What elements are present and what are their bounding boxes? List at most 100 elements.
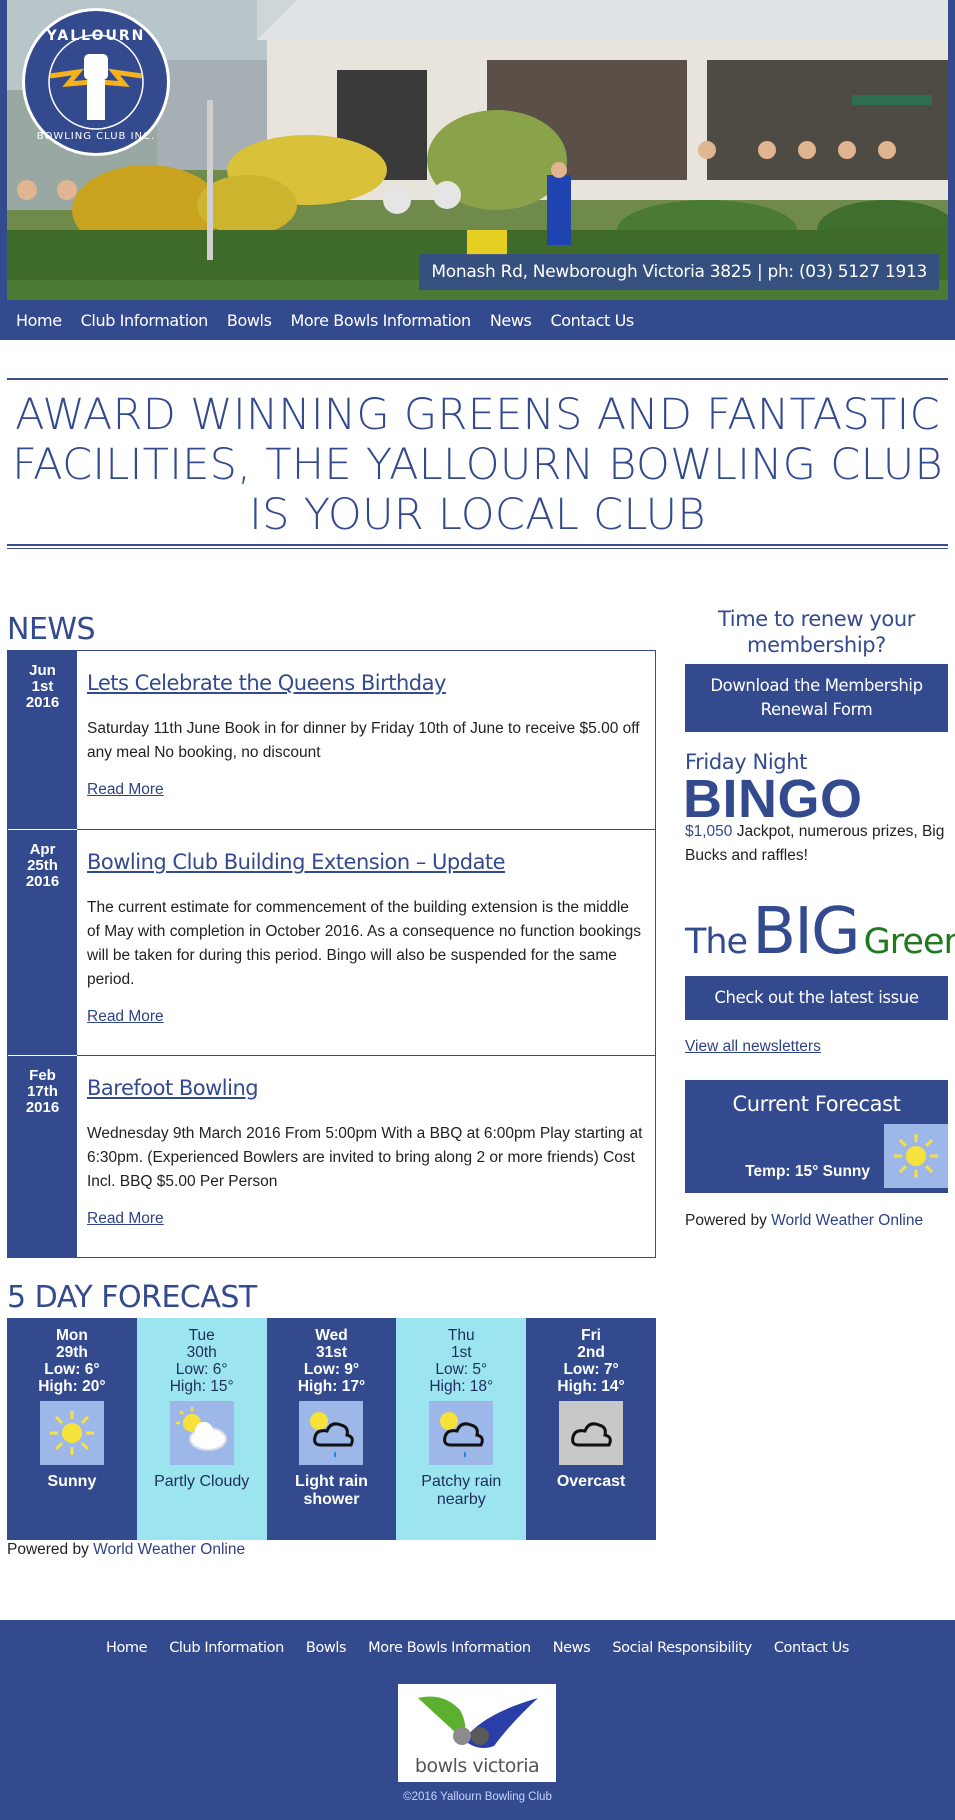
- forecast-day-wed: Wed 31st Low: 9° High: 17° Light rain sh…: [266, 1318, 397, 1540]
- current-temp: Temp: 15° Sunny: [745, 1163, 870, 1180]
- news-date-text: Feb 17th 2016: [25, 1067, 60, 1116]
- tagline-heading: AWARD WINNING GREENS AND FANTASTIC FACIL…: [12, 390, 943, 540]
- forecast-low: Low: 7°: [563, 1361, 619, 1378]
- news-excerpt: The current estimate for commencement of…: [87, 899, 642, 988]
- current-forecast-details: Temp: 15° Sunny Wind Speed: 4 Kmph: [715, 1136, 870, 1256]
- latest-issue-button[interactable]: Check out the latest issue: [685, 976, 948, 1020]
- world-weather-online-link[interactable]: World Weather Online: [771, 1212, 923, 1229]
- forecast-date: 31st: [315, 1344, 347, 1361]
- forecast-heading: 5 DAY FORECAST: [7, 1280, 257, 1315]
- nav-more-bowls-information[interactable]: More Bowls Information: [291, 311, 472, 330]
- powered-by-label: Powered by: [7, 1541, 94, 1558]
- forecast-day-name: Mon: [55, 1327, 88, 1344]
- five-day-forecast: Mon 29th Low: 6° High: 20° Sunny Tue 30t…: [7, 1318, 656, 1540]
- forecast-high: High: 15°: [169, 1378, 234, 1395]
- news-excerpt: Saturday 11th June Book in for dinner by…: [87, 720, 640, 761]
- news-date-text: Apr 25th 2016: [25, 841, 60, 890]
- big-green-newsletter-title: The BIG Green: [685, 895, 955, 969]
- copyright: ©2016 Yallourn Bowling Club: [403, 1791, 552, 1803]
- nav-club-information[interactable]: Club Information: [81, 311, 209, 330]
- tagline-bottom-rule: [7, 544, 948, 546]
- news-body: Barefoot Bowling Wednesday 9th March 201…: [77, 1056, 655, 1257]
- view-all-newsletters-link[interactable]: View all newsletters: [685, 1038, 821, 1056]
- news-item: Feb 17th 2016 Barefoot Bowling Wednesday…: [8, 1056, 655, 1257]
- forecast-date: 29th: [55, 1344, 88, 1361]
- svg-text:BOWLING CLUB INC.: BOWLING CLUB INC.: [37, 131, 155, 142]
- site-footer: Home Club Information Bowls More Bowls I…: [0, 1620, 955, 1820]
- big-green-the: The: [685, 922, 748, 962]
- site-header: YALLOURN BOWLING CLUB INC. Monash Rd, Ne…: [0, 0, 955, 340]
- forecast-high: High: 18°: [429, 1378, 494, 1395]
- bowls-victoria-logo[interactable]: bowls victoria: [398, 1684, 556, 1782]
- news-heading: NEWS: [7, 612, 96, 647]
- current-forecast-panel: Current Forecast Temp: 15° Sunny Wind Sp…: [685, 1080, 948, 1228]
- overcast-icon: [559, 1401, 624, 1465]
- nav-contact-us[interactable]: Contact Us: [550, 311, 634, 330]
- forecast-condition: Light rain shower: [295, 1473, 368, 1508]
- forecast-high: High: 20°: [38, 1378, 106, 1395]
- svg-text:YALLOURN: YALLOURN: [46, 28, 146, 44]
- news-item: Jun 1st 2016 Lets Celebrate the Queens B…: [8, 651, 655, 829]
- forecast-condition: Partly Cloudy: [154, 1473, 250, 1490]
- footer-nav-contact-us[interactable]: Contact Us: [774, 1640, 850, 1656]
- big-green-big: BIG: [752, 895, 860, 969]
- news-excerpt: Wednesday 9th March 2016 From 5:00pm Wit…: [87, 1125, 643, 1190]
- news-title-link[interactable]: Barefoot Bowling: [87, 1076, 645, 1100]
- nav-news[interactable]: News: [490, 311, 532, 330]
- forecast-date: 2nd: [577, 1344, 605, 1361]
- news-date: Feb 17th 2016: [8, 1056, 77, 1257]
- news-date: Jun 1st 2016: [8, 651, 77, 829]
- nav-home[interactable]: Home: [16, 311, 62, 330]
- club-logo[interactable]: YALLOURN BOWLING CLUB INC.: [20, 6, 172, 158]
- news-title-link[interactable]: Lets Celebrate the Queens Birthday: [87, 671, 645, 695]
- sunny-icon: [884, 1124, 948, 1188]
- forecast-day-thu: Thu 1st Low: 5° High: 18° Patchy rain ne…: [396, 1318, 527, 1540]
- download-renewal-form-button[interactable]: Download the Membership Renewal Form: [685, 664, 948, 732]
- forecast-low: Low: 9°: [303, 1361, 360, 1378]
- current-forecast-title: Current Forecast: [732, 1092, 901, 1116]
- read-more-link[interactable]: Read More: [87, 1210, 164, 1228]
- forecast-condition: Patchy rain nearby: [421, 1473, 502, 1508]
- news-body: Bowling Club Building Extension – Update…: [77, 830, 655, 1055]
- forecast-low: Low: 6°: [44, 1361, 100, 1378]
- news-item: Apr 25th 2016 Bowling Club Building Exte…: [8, 830, 655, 1055]
- world-weather-online-link[interactable]: World Weather Online: [93, 1541, 245, 1558]
- tagline-top-rule: [7, 378, 948, 380]
- light-rain-icon: [299, 1401, 364, 1465]
- nav-bowls[interactable]: Bowls: [227, 311, 272, 330]
- partly-cloudy-icon: [169, 1401, 234, 1465]
- read-more-link[interactable]: Read More: [87, 1008, 164, 1026]
- forecast-day-name: Wed: [315, 1327, 348, 1344]
- main-nav: Home Club Information Bowls More Bowls I…: [7, 300, 948, 340]
- footer-nav-club-information[interactable]: Club Information: [169, 1640, 284, 1656]
- forecast-day-name: Thu: [447, 1327, 475, 1344]
- forecast-condition: Overcast: [556, 1473, 626, 1490]
- svg-text:bowls victoria: bowls victoria: [415, 1755, 539, 1777]
- address-bar: Monash Rd, Newborough Victoria 3825 | ph…: [419, 254, 939, 290]
- forecast-date: 1st: [450, 1344, 472, 1361]
- forecast-condition: Sunny: [47, 1473, 97, 1490]
- news-title-link[interactable]: Bowling Club Building Extension – Update: [87, 850, 645, 874]
- forecast-powered-by: Powered by World Weather Online: [7, 1541, 245, 1559]
- forecast-day-name: Tue: [188, 1327, 215, 1344]
- bingo-jackpot-amount: $1,050: [685, 823, 733, 840]
- footer-nav-bowls[interactable]: Bowls: [306, 1640, 347, 1656]
- forecast-day-tue: Tue 30th Low: 6° High: 15° Partly Cloudy: [136, 1318, 267, 1540]
- forecast-high: High: 14°: [557, 1378, 625, 1395]
- footer-nav-news[interactable]: News: [553, 1640, 591, 1656]
- patchy-rain-icon: [429, 1401, 494, 1465]
- forecast-date: 30th: [186, 1344, 217, 1361]
- news-list: Jun 1st 2016 Lets Celebrate the Queens B…: [7, 650, 656, 1258]
- forecast-low: Low: 5°: [435, 1361, 488, 1378]
- bingo-description: $1,050 Jackpot, numerous prizes, Big Buc…: [685, 820, 953, 868]
- news-date: Apr 25th 2016: [8, 830, 77, 1055]
- read-more-link[interactable]: Read More: [87, 781, 164, 799]
- sunny-icon: [39, 1401, 104, 1465]
- footer-nav: Home Club Information Bowls More Bowls I…: [0, 1640, 955, 1656]
- forecast-high: High: 17°: [297, 1378, 366, 1395]
- tagline-bottom-rule-2: [7, 548, 948, 549]
- footer-nav-more-bowls-information[interactable]: More Bowls Information: [368, 1640, 531, 1656]
- footer-nav-social-responsibility[interactable]: Social Responsibility: [612, 1640, 752, 1656]
- footer-nav-home[interactable]: Home: [106, 1640, 148, 1656]
- renew-membership-title: Time to renew your membership?: [717, 607, 916, 657]
